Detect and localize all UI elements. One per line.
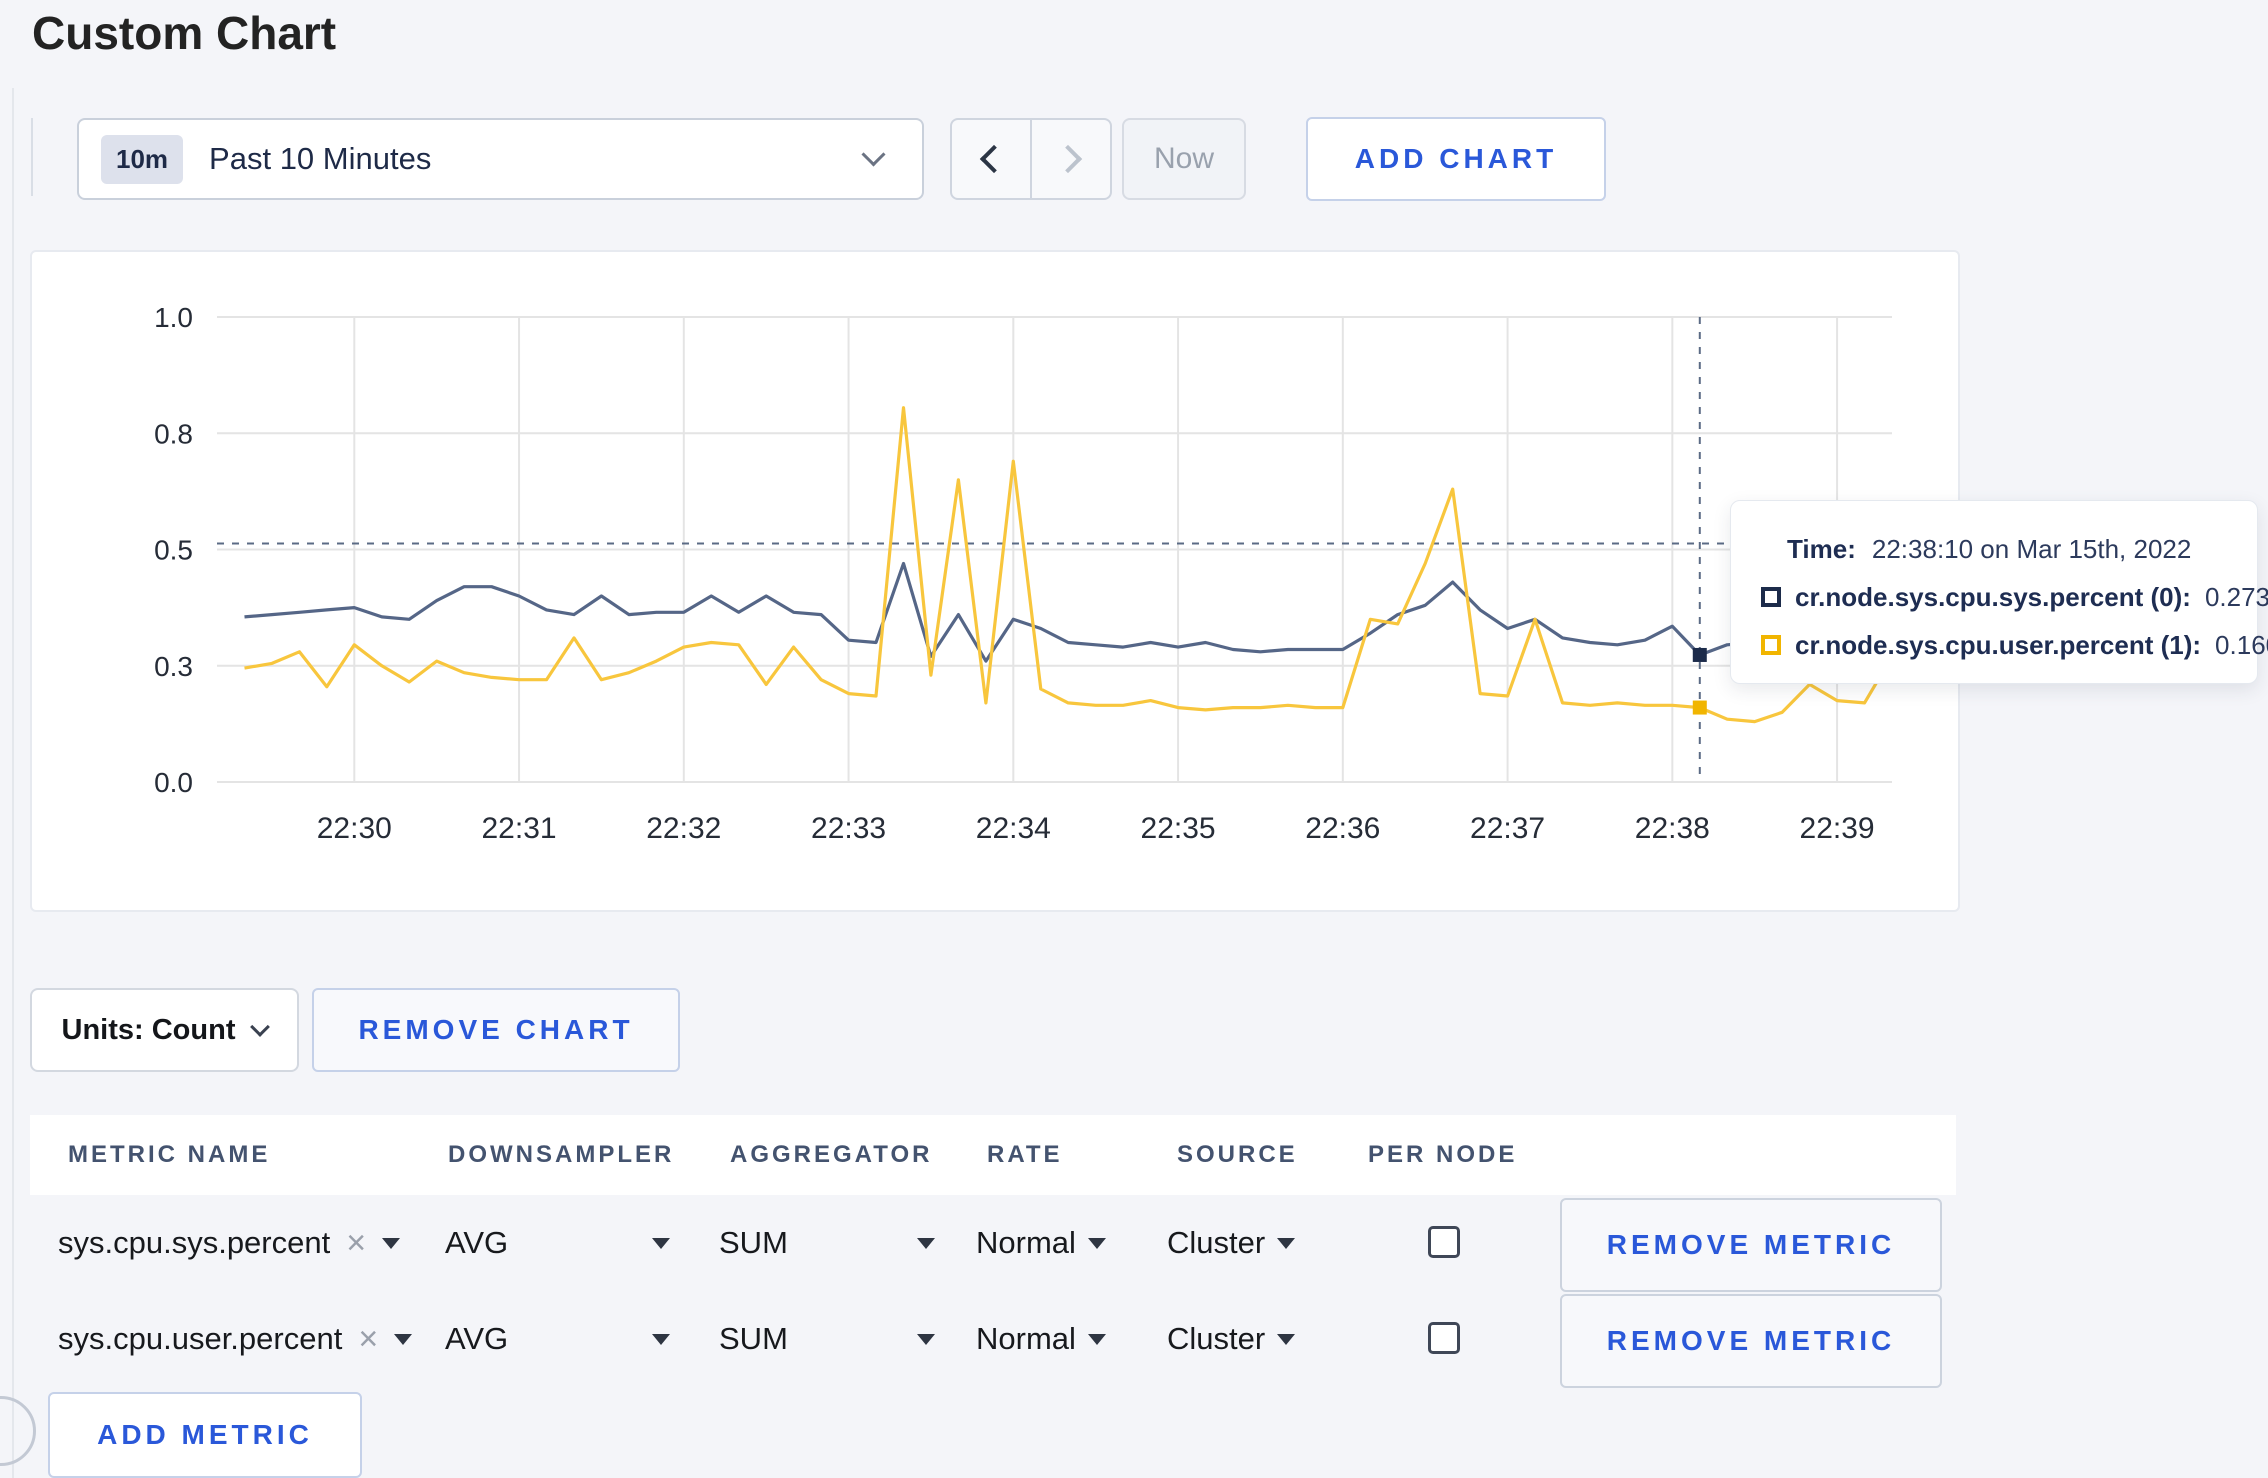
chevron-down-icon [250, 1017, 271, 1037]
aggregator-value[interactable]: SUM [719, 1321, 788, 1357]
x-tick-label: 22:32 [646, 812, 721, 845]
time-prev-button[interactable] [952, 120, 1030, 198]
remove-tag-icon[interactable]: × [346, 1226, 366, 1260]
rate-dropdown-icon[interactable] [1087, 1237, 1106, 1249]
crosshair-point [1692, 647, 1707, 662]
x-tick-label: 22:33 [811, 812, 886, 845]
source-dropdown-icon[interactable] [1277, 1237, 1296, 1249]
tooltip-time-label: Time: [1787, 533, 1856, 564]
time-range-label: Past 10 Minutes [209, 141, 432, 176]
x-tick-label: 22:39 [1800, 812, 1875, 845]
aggregator-value[interactable]: SUM [719, 1225, 788, 1261]
x-tick-label: 22:35 [1141, 812, 1216, 845]
units-select[interactable]: Units: Count [30, 988, 299, 1072]
crosshair-point [1692, 700, 1707, 715]
per-node-checkbox[interactable] [1428, 1322, 1460, 1354]
col-rate: RATE [987, 1141, 1063, 1168]
source-value[interactable]: Cluster [1167, 1321, 1265, 1357]
rate-dropdown-icon[interactable] [1087, 1333, 1106, 1345]
series-line-1 [244, 406, 1894, 724]
table-row: sys.cpu.sys.percent × AVG SUM Normal Clu… [30, 1195, 1956, 1292]
y-tick-label: 0.0 [154, 767, 193, 798]
aggregator-dropdown-icon[interactable] [917, 1237, 935, 1249]
add-metric-button[interactable]: ADD METRIC [48, 1392, 362, 1478]
page-left-rule [12, 88, 14, 1478]
rate-value[interactable]: Normal [976, 1321, 1076, 1357]
remove-metric-button[interactable]: REMOVE METRIC [1560, 1294, 1942, 1388]
help-bubble-cutoff [0, 1396, 36, 1466]
metric-dropdown-icon[interactable] [394, 1333, 413, 1345]
remove-metric-button[interactable]: REMOVE METRIC [1560, 1198, 1942, 1292]
tooltip-sys-value: 0.2732 [2204, 581, 2268, 612]
tooltip-sys-label: cr.node.sys.cpu.sys.percent (0): [1795, 581, 2191, 612]
y-tick-label: 0.5 [154, 535, 193, 566]
remove-tag-icon[interactable]: × [358, 1322, 378, 1356]
col-aggregator: AGGREGATOR [730, 1141, 933, 1168]
cpu-usage-chart[interactable]: 0.0 0.3 0.5 0.8 1.0 22:30 22:31 22:32 22:33 22:34… [32, 252, 1958, 910]
chart-card: 0.0 0.3 0.5 0.8 1.0 22:30 22:31 22:32 22:33 22:34… [30, 250, 1960, 912]
remove-chart-button[interactable]: REMOVE CHART [312, 988, 680, 1072]
series-user-swatch-icon [1761, 635, 1781, 655]
chevron-left-icon [979, 144, 1009, 174]
series-sys-swatch-icon [1761, 587, 1781, 607]
rate-value[interactable]: Normal [976, 1225, 1076, 1261]
table-row: sys.cpu.user.percent × AVG SUM Normal Cl… [30, 1291, 1956, 1388]
x-tick-label: 22:34 [976, 812, 1051, 845]
time-range-select[interactable]: 10m Past 10 Minutes [77, 118, 924, 200]
source-value[interactable]: Cluster [1167, 1225, 1265, 1261]
metrics-table-header: METRIC NAME DOWNSAMPLER AGGREGATOR RATE … [30, 1115, 1956, 1195]
col-downsampler: DOWNSAMPLER [448, 1141, 675, 1168]
metric-name-value: sys.cpu.sys.percent [58, 1225, 331, 1260]
y-tick-label: 1.0 [154, 302, 193, 333]
chevron-right-icon [1053, 144, 1083, 174]
downsampler-value[interactable]: AVG [445, 1225, 508, 1261]
metric-name-value: sys.cpu.user.percent [58, 1321, 343, 1356]
series-line-0 [244, 561, 1893, 663]
x-tick-label: 22:37 [1470, 812, 1545, 845]
source-dropdown-icon[interactable] [1277, 1333, 1296, 1345]
per-node-checkbox[interactable] [1428, 1226, 1460, 1258]
metric-dropdown-icon[interactable] [382, 1237, 401, 1249]
col-per-node: PER NODE [1368, 1141, 1518, 1168]
y-tick-label: 0.3 [154, 651, 193, 682]
chevron-down-icon [861, 142, 886, 167]
x-tick-label: 22:30 [317, 812, 392, 845]
now-button[interactable]: Now [1122, 118, 1246, 200]
custom-chart-page: { "page": { "title": "Custom Chart" }, "… [0, 0, 2268, 1478]
downsampler-dropdown-icon[interactable] [652, 1237, 670, 1249]
x-tick-label: 22:36 [1305, 812, 1380, 845]
page-title: Custom Chart [32, 7, 337, 59]
toolbar-divider [31, 118, 33, 196]
add-chart-button[interactable]: ADD CHART [1306, 117, 1606, 201]
downsampler-value[interactable]: AVG [445, 1321, 508, 1357]
time-next-button[interactable] [1030, 120, 1110, 198]
x-tick-label: 22:38 [1635, 812, 1710, 845]
tooltip-user-value: 0.1601 [2215, 629, 2268, 660]
downsampler-dropdown-icon[interactable] [652, 1333, 670, 1345]
x-tick-label: 22:31 [482, 812, 557, 845]
units-label: Units: Count [61, 1013, 236, 1046]
y-tick-label: 0.8 [154, 418, 193, 449]
chart-tooltip: Time: 22:38:10 on Mar 15th, 2022 cr.node… [1730, 500, 2268, 684]
time-nav-group [950, 118, 1112, 200]
tooltip-time-value: 22:38:10 on Mar 15th, 2022 [1871, 533, 2192, 564]
aggregator-dropdown-icon[interactable] [917, 1333, 935, 1345]
tooltip-user-label: cr.node.sys.cpu.user.percent (1): [1795, 629, 2202, 660]
col-metric-name: METRIC NAME [68, 1141, 271, 1168]
time-range-badge: 10m [101, 134, 184, 184]
col-source: SOURCE [1177, 1141, 1298, 1168]
